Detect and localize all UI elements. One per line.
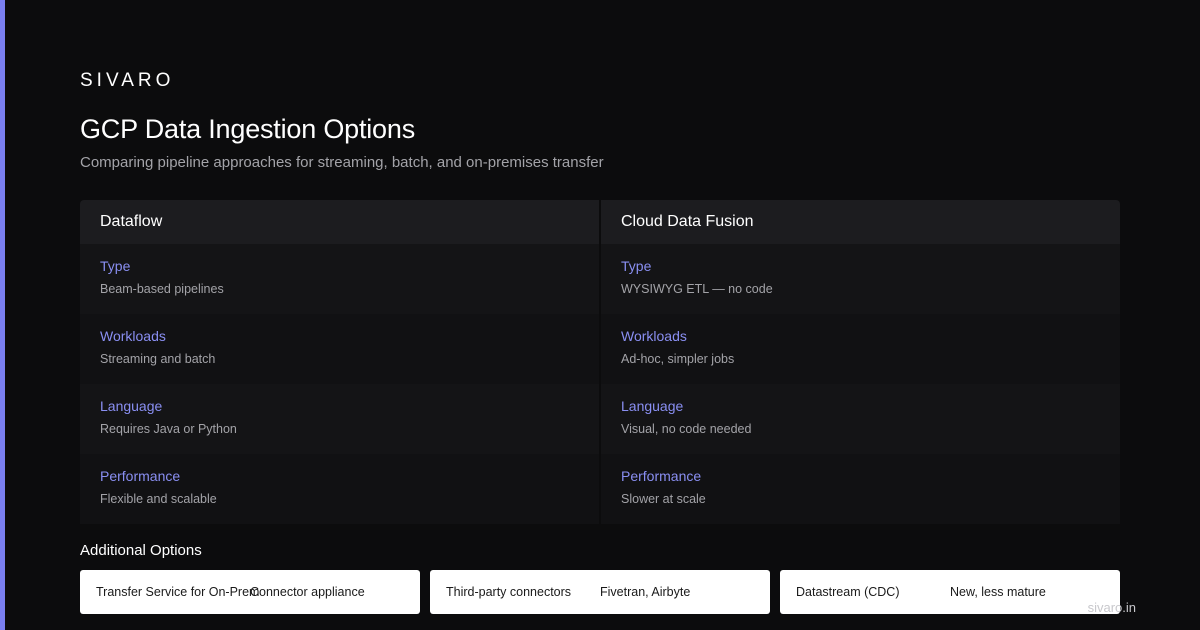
row-value: Visual, no code needed [621, 422, 752, 436]
additional-options-title: Additional Options [80, 542, 202, 559]
row-label: Language [100, 398, 163, 414]
table-row: Workloads Ad-hoc, simpler jobs [601, 314, 1120, 384]
table-row: Type Beam-based pipelines [80, 244, 599, 314]
row-value: Beam-based pipelines [100, 282, 224, 296]
row-value: WYSIWYG ETL — no code [621, 282, 773, 296]
row-label: Type [621, 258, 652, 274]
row-label: Workloads [621, 328, 687, 344]
option-desc: Fivetran, Airbyte [600, 585, 691, 599]
option-desc: Connector appliance [250, 585, 365, 599]
row-value: Slower at scale [621, 492, 706, 506]
accent-bar [0, 0, 5, 630]
table-row: Performance Flexible and scalable [80, 454, 599, 524]
slide: SIVARO GCP Data Ingestion Options Compar… [0, 0, 1200, 630]
table-row: Performance Slower at scale [601, 454, 1120, 524]
column-cloud-data-fusion: Cloud Data Fusion Type WYSIWYG ETL — no … [601, 200, 1120, 524]
page-title: GCP Data Ingestion Options [80, 114, 415, 144]
brand-logo: SIVARO [80, 70, 175, 91]
column-header: Cloud Data Fusion [601, 200, 1120, 244]
column-header: Dataflow [80, 200, 599, 244]
row-label: Workloads [100, 328, 166, 344]
option-card: Datastream (CDC) New, less mature [780, 570, 1120, 614]
page-subtitle: Comparing pipeline approaches for stream… [80, 154, 604, 171]
option-name: Transfer Service for On-Prem [96, 585, 260, 599]
option-card: Third-party connectors Fivetran, Airbyte [430, 570, 770, 614]
row-label: Performance [621, 468, 702, 484]
table-row: Workloads Streaming and batch [80, 314, 599, 384]
option-name: Datastream (CDC) [796, 585, 900, 599]
column-dataflow: Dataflow Type Beam-based pipelines Workl… [80, 200, 599, 524]
row-value: Ad-hoc, simpler jobs [621, 352, 735, 366]
row-value: Requires Java or Python [100, 422, 237, 436]
row-value: Streaming and batch [100, 352, 216, 366]
row-label: Performance [100, 468, 181, 484]
option-card: Transfer Service for On-Prem Connector a… [80, 570, 420, 614]
option-desc: New, less mature [950, 585, 1046, 599]
table-row: Language Requires Java or Python [80, 384, 599, 454]
option-name: Third-party connectors [446, 585, 572, 599]
row-label: Type [100, 258, 131, 274]
additional-options: Transfer Service for On-Prem Connector a… [80, 570, 1120, 614]
table-row: Language Visual, no code needed [601, 384, 1120, 454]
row-label: Language [621, 398, 684, 414]
comparison-table: Dataflow Type Beam-based pipelines Workl… [80, 200, 1120, 524]
row-value: Flexible and scalable [100, 492, 217, 506]
footer-url: sivaro.in [1087, 600, 1136, 615]
table-row: Type WYSIWYG ETL — no code [601, 244, 1120, 314]
